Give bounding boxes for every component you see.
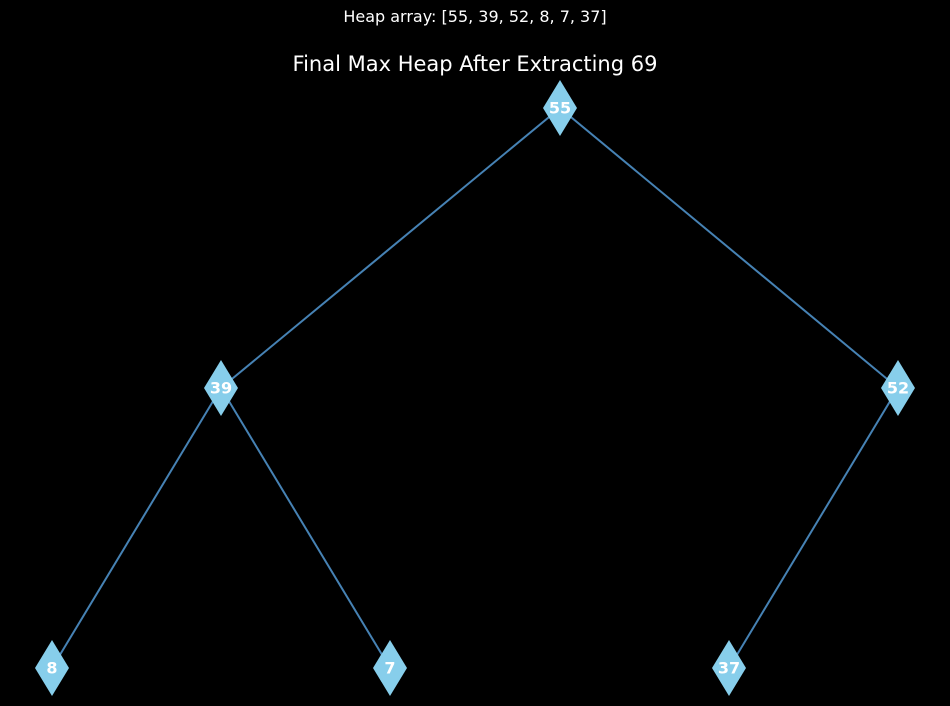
heap-tree: 55 39 52 8 7 37	[35, 80, 915, 696]
heap-node: 55	[543, 80, 577, 136]
edge-n1-n3	[51, 387, 222, 669]
node-label: 7	[384, 659, 395, 678]
node-label: 8	[46, 659, 57, 678]
edge-n0-n2	[559, 107, 899, 389]
edges-layer	[51, 107, 899, 669]
node-label: 39	[210, 379, 232, 398]
nodes-layer: 55 39 52 8 7 37	[35, 80, 915, 696]
diagram-canvas: Heap array: [55, 39, 52, 8, 7, 37] Final…	[0, 0, 950, 706]
edge-n2-n5	[728, 387, 899, 669]
node-label: 55	[549, 99, 571, 118]
edge-n0-n1	[220, 107, 561, 389]
edge-n1-n4	[220, 387, 391, 669]
node-label: 52	[887, 379, 909, 398]
node-label: 37	[718, 659, 740, 678]
